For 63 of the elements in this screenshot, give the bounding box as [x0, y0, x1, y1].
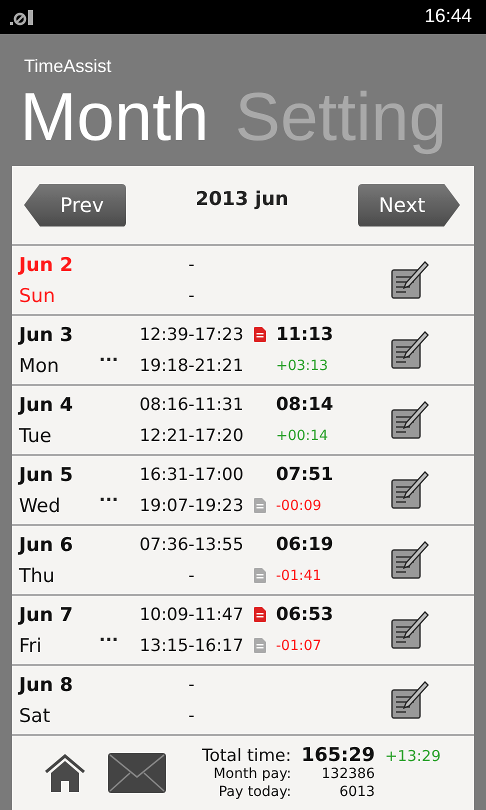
day-difference: -01:41: [276, 566, 322, 586]
next-button[interactable]: Next: [358, 184, 460, 226]
time-interval: 12:21-17:20: [138, 424, 245, 448]
prev-button[interactable]: Prev: [24, 184, 126, 226]
more-indicator: ...: [99, 626, 118, 646]
day-total: 06:53: [276, 602, 334, 626]
time-interval: -: [187, 674, 196, 696]
day-difference: +03:13: [276, 356, 328, 376]
time-interval: 19:18-21:21: [138, 354, 245, 378]
weekday: Fri: [19, 634, 43, 658]
home-icon[interactable]: [44, 754, 86, 792]
pay-today-value: 6013: [338, 782, 375, 800]
day-date: Jun 8: [19, 672, 74, 696]
total-time-value: 165:29: [301, 746, 375, 764]
edit-icon[interactable]: [391, 400, 429, 440]
edit-icon[interactable]: [391, 330, 429, 370]
day-difference: -00:09: [276, 496, 322, 516]
edit-icon[interactable]: [391, 540, 429, 580]
total-difference: +13:29: [384, 746, 441, 764]
weekday: Thu: [19, 564, 56, 588]
edit-icon[interactable]: [391, 610, 429, 650]
time-interval: 12:39-17:23: [138, 324, 245, 346]
time-interval: -: [187, 284, 196, 308]
time-interval: -: [187, 254, 196, 276]
time-interval: 19:07-19:23: [138, 494, 245, 518]
time-interval: 16:31-17:00: [138, 464, 245, 486]
time-interval: 08:16-11:31: [138, 394, 245, 416]
day-difference: +00:14: [276, 426, 328, 446]
weekday: Sat: [19, 704, 52, 728]
day-total: 07:51: [276, 462, 334, 486]
day-date: Jun 3: [19, 322, 74, 346]
pay-today-label: Pay today:: [218, 782, 292, 800]
time-interval: 13:15-16:17: [138, 634, 245, 658]
month-title: 2013 jun: [195, 188, 289, 210]
day-date: Jun 4: [19, 392, 74, 416]
more-indicator: ...: [99, 346, 118, 366]
weekday: Tue: [19, 424, 52, 448]
edit-icon[interactable]: [391, 260, 429, 300]
time-interval: -: [187, 704, 196, 728]
day-total: 06:19: [276, 532, 334, 556]
total-time-label: Total time:: [202, 746, 292, 764]
clock: 16:44: [424, 6, 472, 28]
pivot-tab[interactable]: Month: [20, 78, 209, 156]
more-indicator: ...: [99, 486, 118, 506]
month-pay-label: Month pay:: [212, 764, 292, 782]
day-difference: -01:07: [276, 636, 322, 656]
weekday: Mon: [19, 354, 60, 378]
edit-icon[interactable]: [391, 470, 429, 510]
day-total: 11:13: [276, 322, 334, 346]
app-title: TimeAssist: [24, 56, 112, 77]
day-total: 08:14: [276, 392, 334, 416]
day-date: Jun 2: [19, 252, 74, 276]
weekday: Wed: [19, 494, 62, 518]
weekday: Sun: [19, 284, 56, 308]
time-interval: 07:36-13:55: [138, 534, 245, 556]
time-interval: -: [187, 564, 196, 588]
day-date: Jun 5: [19, 462, 74, 486]
edit-icon[interactable]: [391, 680, 429, 720]
day-date: Jun 7: [19, 602, 74, 626]
mail-icon[interactable]: [108, 753, 166, 793]
time-interval: 10:09-11:47: [138, 604, 245, 626]
day-date: Jun 6: [19, 532, 74, 556]
month-pay-value: 132386: [320, 764, 375, 782]
